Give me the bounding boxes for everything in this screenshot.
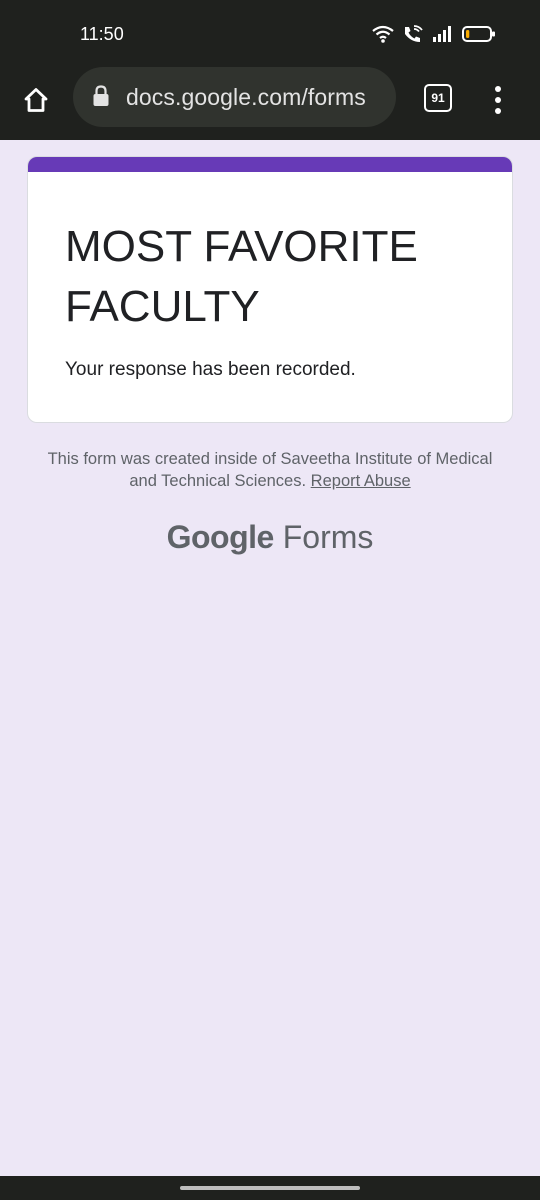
wifi-calling-icon bbox=[402, 25, 424, 43]
logo-google-text: Google bbox=[166, 519, 275, 555]
home-button[interactable] bbox=[18, 82, 54, 118]
card-accent-bar bbox=[28, 157, 512, 172]
form-title: MOST FAVORITE FACULTY bbox=[65, 222, 418, 331]
more-vert-icon[interactable] bbox=[486, 80, 510, 120]
tab-count: 91 bbox=[431, 91, 445, 105]
signal-icon bbox=[432, 25, 454, 43]
footer-note: This form was created inside of Saveetha… bbox=[40, 448, 500, 492]
navigation-bar bbox=[0, 1176, 540, 1200]
footer-note-text: This form was created inside of Saveetha… bbox=[47, 450, 493, 490]
status-bar: 11:50 bbox=[0, 0, 540, 60]
status-time: 11:50 bbox=[80, 24, 124, 44]
url-text: docs.google.com/forms bbox=[126, 84, 366, 110]
report-abuse-link[interactable]: Report Abuse bbox=[311, 472, 411, 490]
tabs-button[interactable]: 91 bbox=[424, 84, 452, 112]
status-icons bbox=[372, 23, 496, 45]
browser-toolbar: docs.google.com/forms 91 bbox=[0, 60, 540, 140]
wifi-icon bbox=[372, 25, 394, 43]
home-icon bbox=[24, 88, 48, 112]
logo-forms-text: Forms bbox=[282, 519, 374, 555]
url-bar[interactable]: docs.google.com/forms bbox=[73, 67, 396, 127]
google-forms-logo[interactable]: Google Forms bbox=[0, 519, 540, 556]
form-card: MOST FAVORITE FACULTY Your response has … bbox=[27, 156, 513, 423]
lock-icon bbox=[93, 85, 109, 106]
gesture-handle[interactable] bbox=[180, 1186, 360, 1190]
battery-icon bbox=[462, 25, 496, 43]
confirmation-message: Your response has been recorded. bbox=[65, 359, 356, 380]
